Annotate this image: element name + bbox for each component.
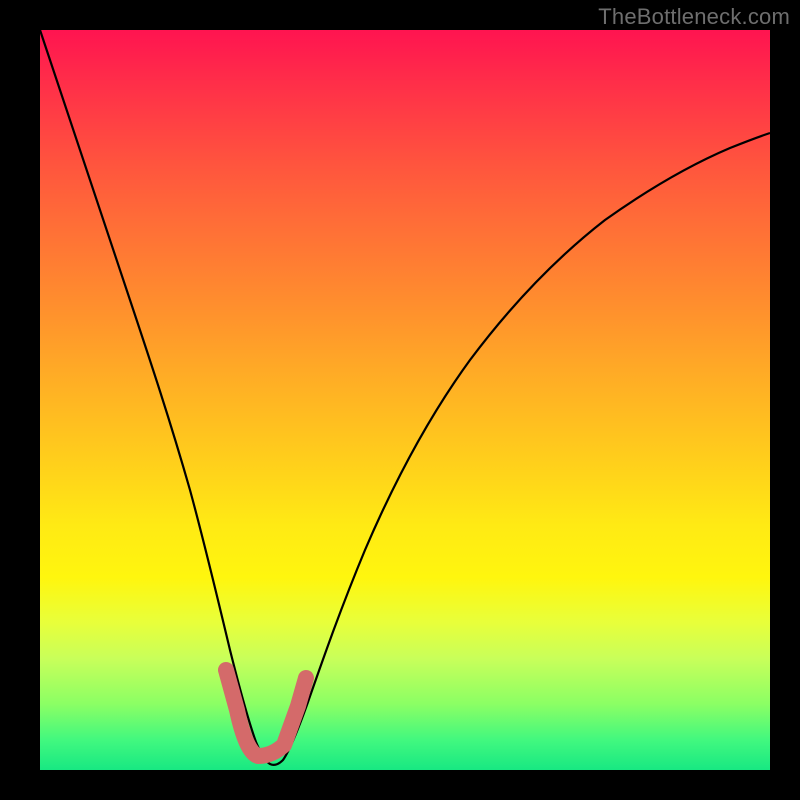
chart-frame: TheBottleneck.com bbox=[0, 0, 800, 800]
watermark-text: TheBottleneck.com bbox=[598, 4, 790, 30]
bottleneck-curve-path bbox=[40, 30, 770, 765]
curve-svg bbox=[40, 30, 770, 770]
plot-area bbox=[40, 30, 770, 770]
